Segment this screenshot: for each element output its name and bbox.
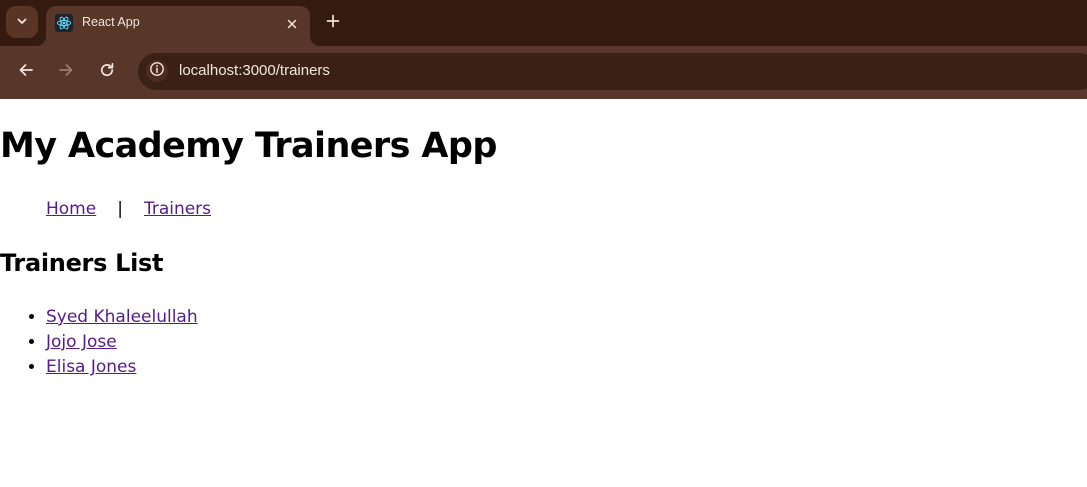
tab-title: React App [82,15,140,29]
forward-button[interactable] [52,58,80,86]
back-button[interactable] [12,58,40,86]
close-tab-button[interactable] [282,14,302,34]
reload-icon [98,61,116,83]
react-icon [55,14,73,32]
info-icon [149,61,165,81]
trainer-link[interactable]: Jojo Jose [46,332,117,352]
url-host: localhost [179,62,239,79]
address-url[interactable]: localhost:3000/trainers [179,62,330,79]
url-path: :3000/trainers [238,62,330,79]
trainer-link[interactable]: Elisa Jones [46,357,136,377]
address-bar[interactable]: localhost:3000/trainers [138,53,1087,90]
arrow-left-icon [17,61,35,83]
main-nav: Home | Trainers [46,199,211,219]
site-info-button[interactable] [146,60,168,82]
tab-strip: React App [0,0,1087,46]
page-title: My Academy Trainers App [0,126,497,166]
reload-button[interactable] [93,58,121,86]
new-tab-button[interactable] [322,12,344,34]
nav-link-home[interactable]: Home [46,199,96,219]
trainer-link[interactable]: Syed Khaleelullah [46,307,198,327]
trainer-list: Syed Khaleelullah Jojo Jose Elisa Jones [0,305,198,380]
close-icon [286,15,298,34]
browser-window: React App localhost:3000/trainers [0,0,1087,99]
tab-search-button[interactable] [6,6,38,38]
arrow-right-icon [57,61,75,83]
plus-icon [325,13,341,33]
section-title: Trainers List [0,249,164,277]
nav-link-trainers[interactable]: Trainers [144,199,211,219]
chevron-down-icon [15,13,29,32]
browser-toolbar: localhost:3000/trainers [0,46,1087,99]
nav-separator: | [117,199,123,219]
list-item: Elisa Jones [46,355,198,380]
tab-react-app[interactable]: React App [46,6,310,46]
list-item: Jojo Jose [46,330,198,355]
page-content: My Academy Trainers App Home | Trainers Tr… [0,99,1087,487]
list-item: Syed Khaleelullah [46,305,198,330]
